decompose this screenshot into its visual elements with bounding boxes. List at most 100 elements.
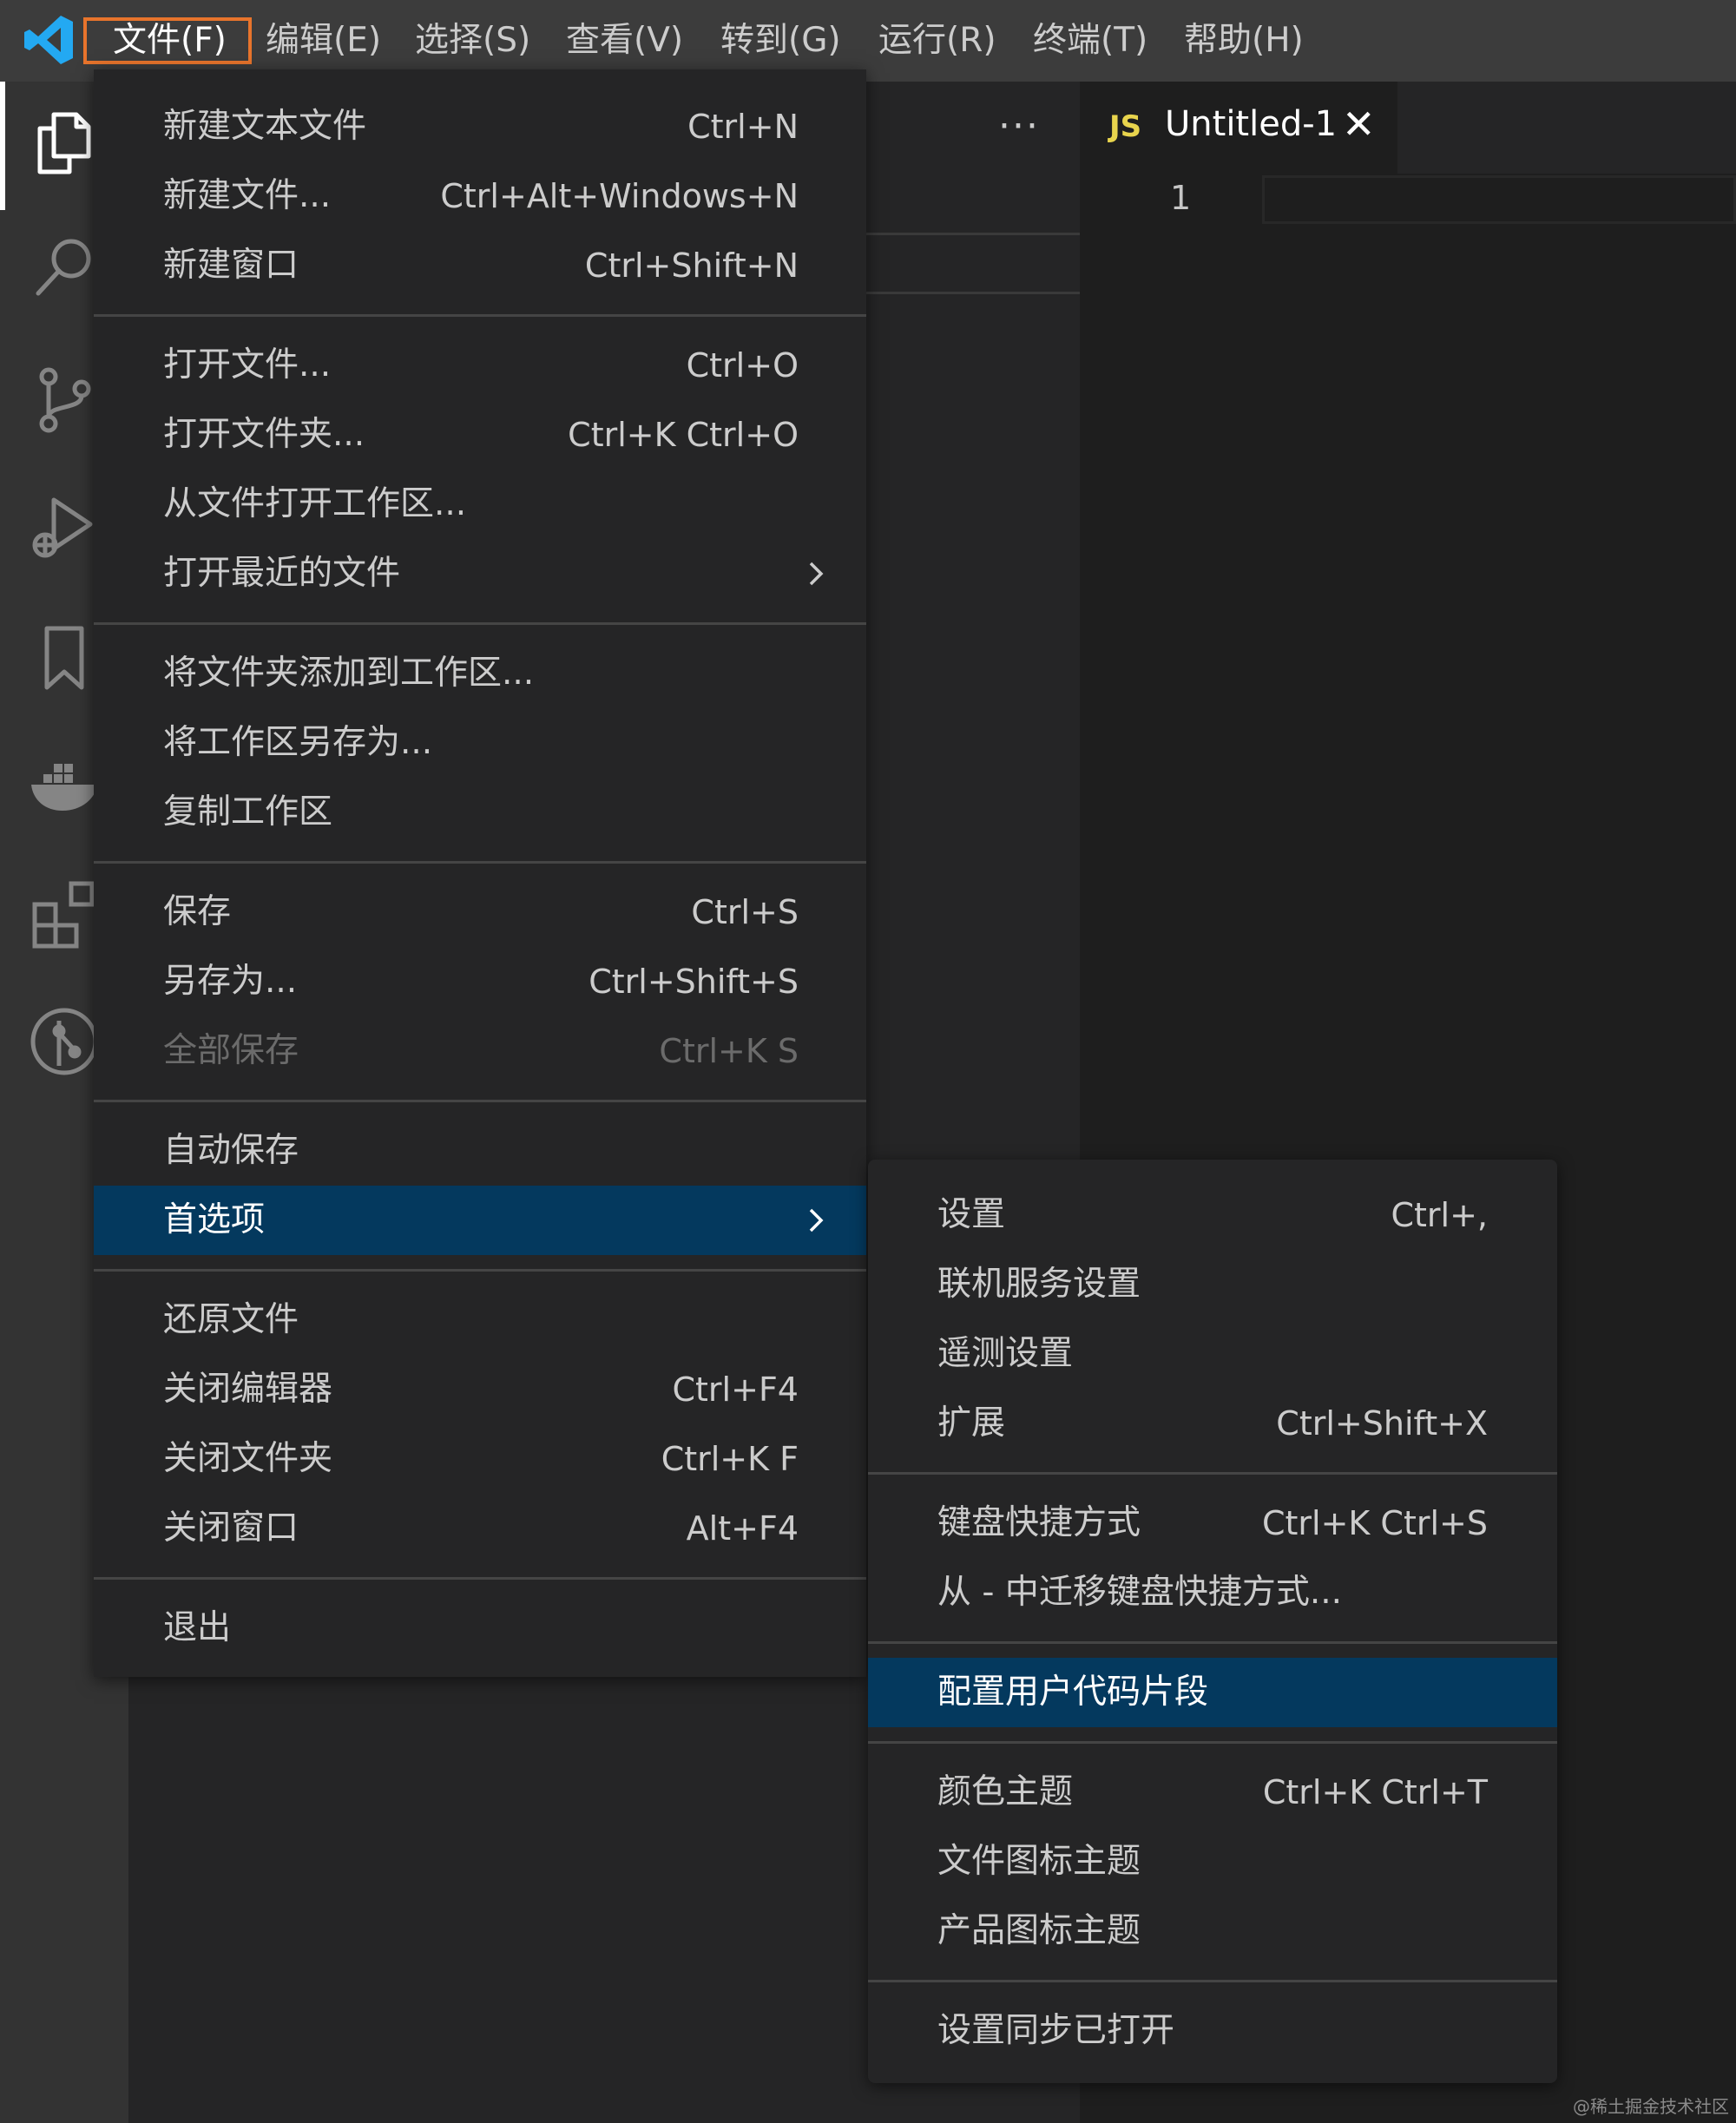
menu-item[interactable]: 颜色主题 Ctrl+K Ctrl+T — [868, 1758, 1557, 1827]
menu-item[interactable]: 从 - 中迁移键盘快捷方式... — [868, 1558, 1557, 1627]
menu-separator — [94, 1577, 866, 1580]
menu-item[interactable]: 打开文件... Ctrl+O — [94, 331, 866, 400]
tab-title[interactable]: Untitled-1 — [1165, 104, 1337, 144]
menu-item-label: 新建文本文件 — [163, 107, 367, 146]
menu-item[interactable]: 产品图标主题 — [868, 1896, 1557, 1966]
menu-item-shortcut: Ctrl+K Ctrl+S — [1261, 1504, 1488, 1542]
menu-item[interactable]: 关闭文件夹 Ctrl+K F — [94, 1424, 866, 1494]
menu-separator — [868, 1980, 1557, 1982]
menu-item-shortcut: Ctrl+K F — [661, 1440, 799, 1478]
js-file-icon: JS — [1109, 109, 1142, 144]
vscode-logo-icon — [24, 16, 73, 64]
close-icon[interactable]: ✕ — [1342, 101, 1376, 148]
menu-item[interactable]: 复制工作区 — [94, 778, 866, 847]
menu-item[interactable]: 关闭编辑器 Ctrl+F4 — [94, 1355, 866, 1424]
menu-item-label: 颜色主题 — [937, 1772, 1074, 1811]
menu-item-label: 打开文件... — [163, 345, 332, 385]
menu-item-label: 遥测设置 — [937, 1334, 1074, 1373]
menu-item[interactable]: 设置 Ctrl+, — [868, 1180, 1557, 1250]
active-view-indicator — [0, 82, 5, 210]
menu-item-shortcut: Ctrl+O — [686, 346, 799, 385]
menu-item[interactable]: 首选项 — [94, 1186, 866, 1255]
bookmark-icon[interactable] — [24, 616, 104, 696]
menu-item-shortcut: Ctrl+Alt+Windows+N — [440, 177, 799, 215]
menu-item[interactable]: 从文件打开工作区... — [94, 470, 866, 539]
menu-item-label: 从文件打开工作区... — [163, 484, 467, 523]
menubar-go[interactable]: 转到(G) — [720, 17, 841, 64]
menu-item-label: 将文件夹添加到工作区... — [163, 654, 535, 693]
menu-item[interactable]: 设置同步已打开 — [868, 1996, 1557, 2066]
preferences-submenu: 设置 Ctrl+, 联机服务设置遥测设置扩展 Ctrl+Shift+X 键盘快捷方式 Ct… — [868, 1160, 1557, 2083]
menu-separator — [94, 1269, 866, 1272]
menu-item[interactable]: 退出 — [94, 1594, 866, 1663]
menu-item[interactable]: 保存 Ctrl+S — [94, 877, 866, 947]
menu-item[interactable]: 联机服务设置 — [868, 1250, 1557, 1319]
menu-item-label: 关闭窗口 — [163, 1508, 299, 1548]
menu-item[interactable]: 扩展 Ctrl+Shift+X — [868, 1389, 1557, 1458]
menu-item-label: 新建窗口 — [163, 246, 299, 285]
menu-item[interactable]: 关闭窗口 Alt+F4 — [94, 1494, 866, 1563]
menu-item[interactable]: 新建窗口 Ctrl+Shift+N — [94, 231, 866, 300]
menu-item-shortcut: Ctrl+F4 — [672, 1370, 799, 1409]
menubar-selection[interactable]: 选择(S) — [415, 17, 530, 64]
menubar-view[interactable]: 查看(V) — [566, 17, 683, 64]
menu-item-label: 关闭编辑器 — [163, 1370, 333, 1409]
git-graph-icon[interactable] — [24, 1002, 104, 1081]
menu-item-shortcut: Ctrl+N — [687, 108, 799, 146]
docker-icon[interactable] — [24, 745, 104, 825]
menu-item[interactable]: 将文件夹添加到工作区... — [94, 639, 866, 708]
more-actions-button[interactable]: ··· — [998, 104, 1040, 148]
menu-item: 全部保存 Ctrl+K S — [94, 1016, 866, 1086]
menu-item[interactable]: 另存为... Ctrl+Shift+S — [94, 947, 866, 1016]
menu-item[interactable]: 文件图标主题 — [868, 1827, 1557, 1896]
menu-item-label: 将工作区另存为... — [163, 723, 433, 762]
menu-item-label: 打开文件夹... — [163, 415, 365, 454]
menu-item-label: 保存 — [163, 892, 232, 931]
menu-item-label: 设置同步已打开 — [937, 2011, 1175, 2050]
menu-item-label: 还原文件 — [163, 1300, 299, 1339]
file-menu: 新建文本文件 Ctrl+N 新建文件... Ctrl+Alt+Windows+N 新建窗… — [94, 69, 866, 1677]
source-control-icon[interactable] — [24, 359, 104, 439]
menu-item-label: 另存为... — [163, 962, 298, 1001]
menu-item-label: 从 - 中迁移键盘快捷方式... — [937, 1573, 1343, 1612]
extensions-icon[interactable] — [24, 873, 104, 953]
menu-item-label: 键盘快捷方式 — [937, 1503, 1141, 1542]
menu-separator — [868, 1741, 1557, 1744]
menu-item[interactable]: 键盘快捷方式 Ctrl+K Ctrl+S — [868, 1489, 1557, 1558]
menu-separator — [94, 314, 866, 317]
current-line-highlight — [1262, 175, 1736, 224]
sidebar-divider — [866, 233, 1080, 235]
run-debug-icon[interactable] — [24, 488, 104, 568]
sidebar-divider — [866, 292, 1080, 294]
menu-item-label: 产品图标主题 — [937, 1911, 1141, 1950]
menu-item[interactable]: 还原文件 — [94, 1285, 866, 1355]
menubar-terminal[interactable]: 终端(T) — [1033, 17, 1147, 64]
search-icon[interactable] — [24, 227, 104, 307]
menu-separator — [868, 1472, 1557, 1475]
menu-item-shortcut: Ctrl+, — [1391, 1196, 1488, 1234]
files-icon[interactable] — [24, 102, 104, 182]
menu-item[interactable]: 打开最近的文件 — [94, 539, 866, 608]
menubar-run[interactable]: 运行(R) — [878, 17, 996, 64]
menu-item[interactable]: 遥测设置 — [868, 1319, 1557, 1389]
menu-item-shortcut: Ctrl+K S — [659, 1032, 799, 1070]
menu-item[interactable]: 配置用户代码片段 — [868, 1658, 1557, 1727]
menu-separator — [94, 1100, 866, 1102]
menu-item-shortcut: Alt+F4 — [686, 1509, 799, 1548]
menu-separator — [868, 1641, 1557, 1644]
menubar-file[interactable]: 文件(F) — [83, 17, 252, 64]
menu-item-label: 新建文件... — [163, 176, 332, 215]
menu-item[interactable]: 新建文件... Ctrl+Alt+Windows+N — [94, 161, 866, 231]
menu-item-label: 关闭文件夹 — [163, 1439, 333, 1478]
menu-item-label: 设置 — [937, 1195, 1006, 1234]
menubar-edit[interactable]: 编辑(E) — [266, 17, 381, 64]
menubar-help[interactable]: 帮助(H) — [1184, 17, 1304, 64]
menu-item-shortcut: Ctrl+Shift+X — [1276, 1404, 1488, 1443]
menu-item[interactable]: 自动保存 — [94, 1116, 866, 1186]
menu-item[interactable]: 打开文件夹... Ctrl+K Ctrl+O — [94, 400, 866, 470]
menu-item-label: 首选项 — [163, 1200, 266, 1239]
menu-item-label: 自动保存 — [163, 1131, 299, 1170]
menu-item-shortcut: Ctrl+Shift+S — [589, 963, 799, 1001]
menu-item[interactable]: 新建文本文件 Ctrl+N — [94, 92, 866, 161]
menu-item[interactable]: 将工作区另存为... — [94, 708, 866, 778]
